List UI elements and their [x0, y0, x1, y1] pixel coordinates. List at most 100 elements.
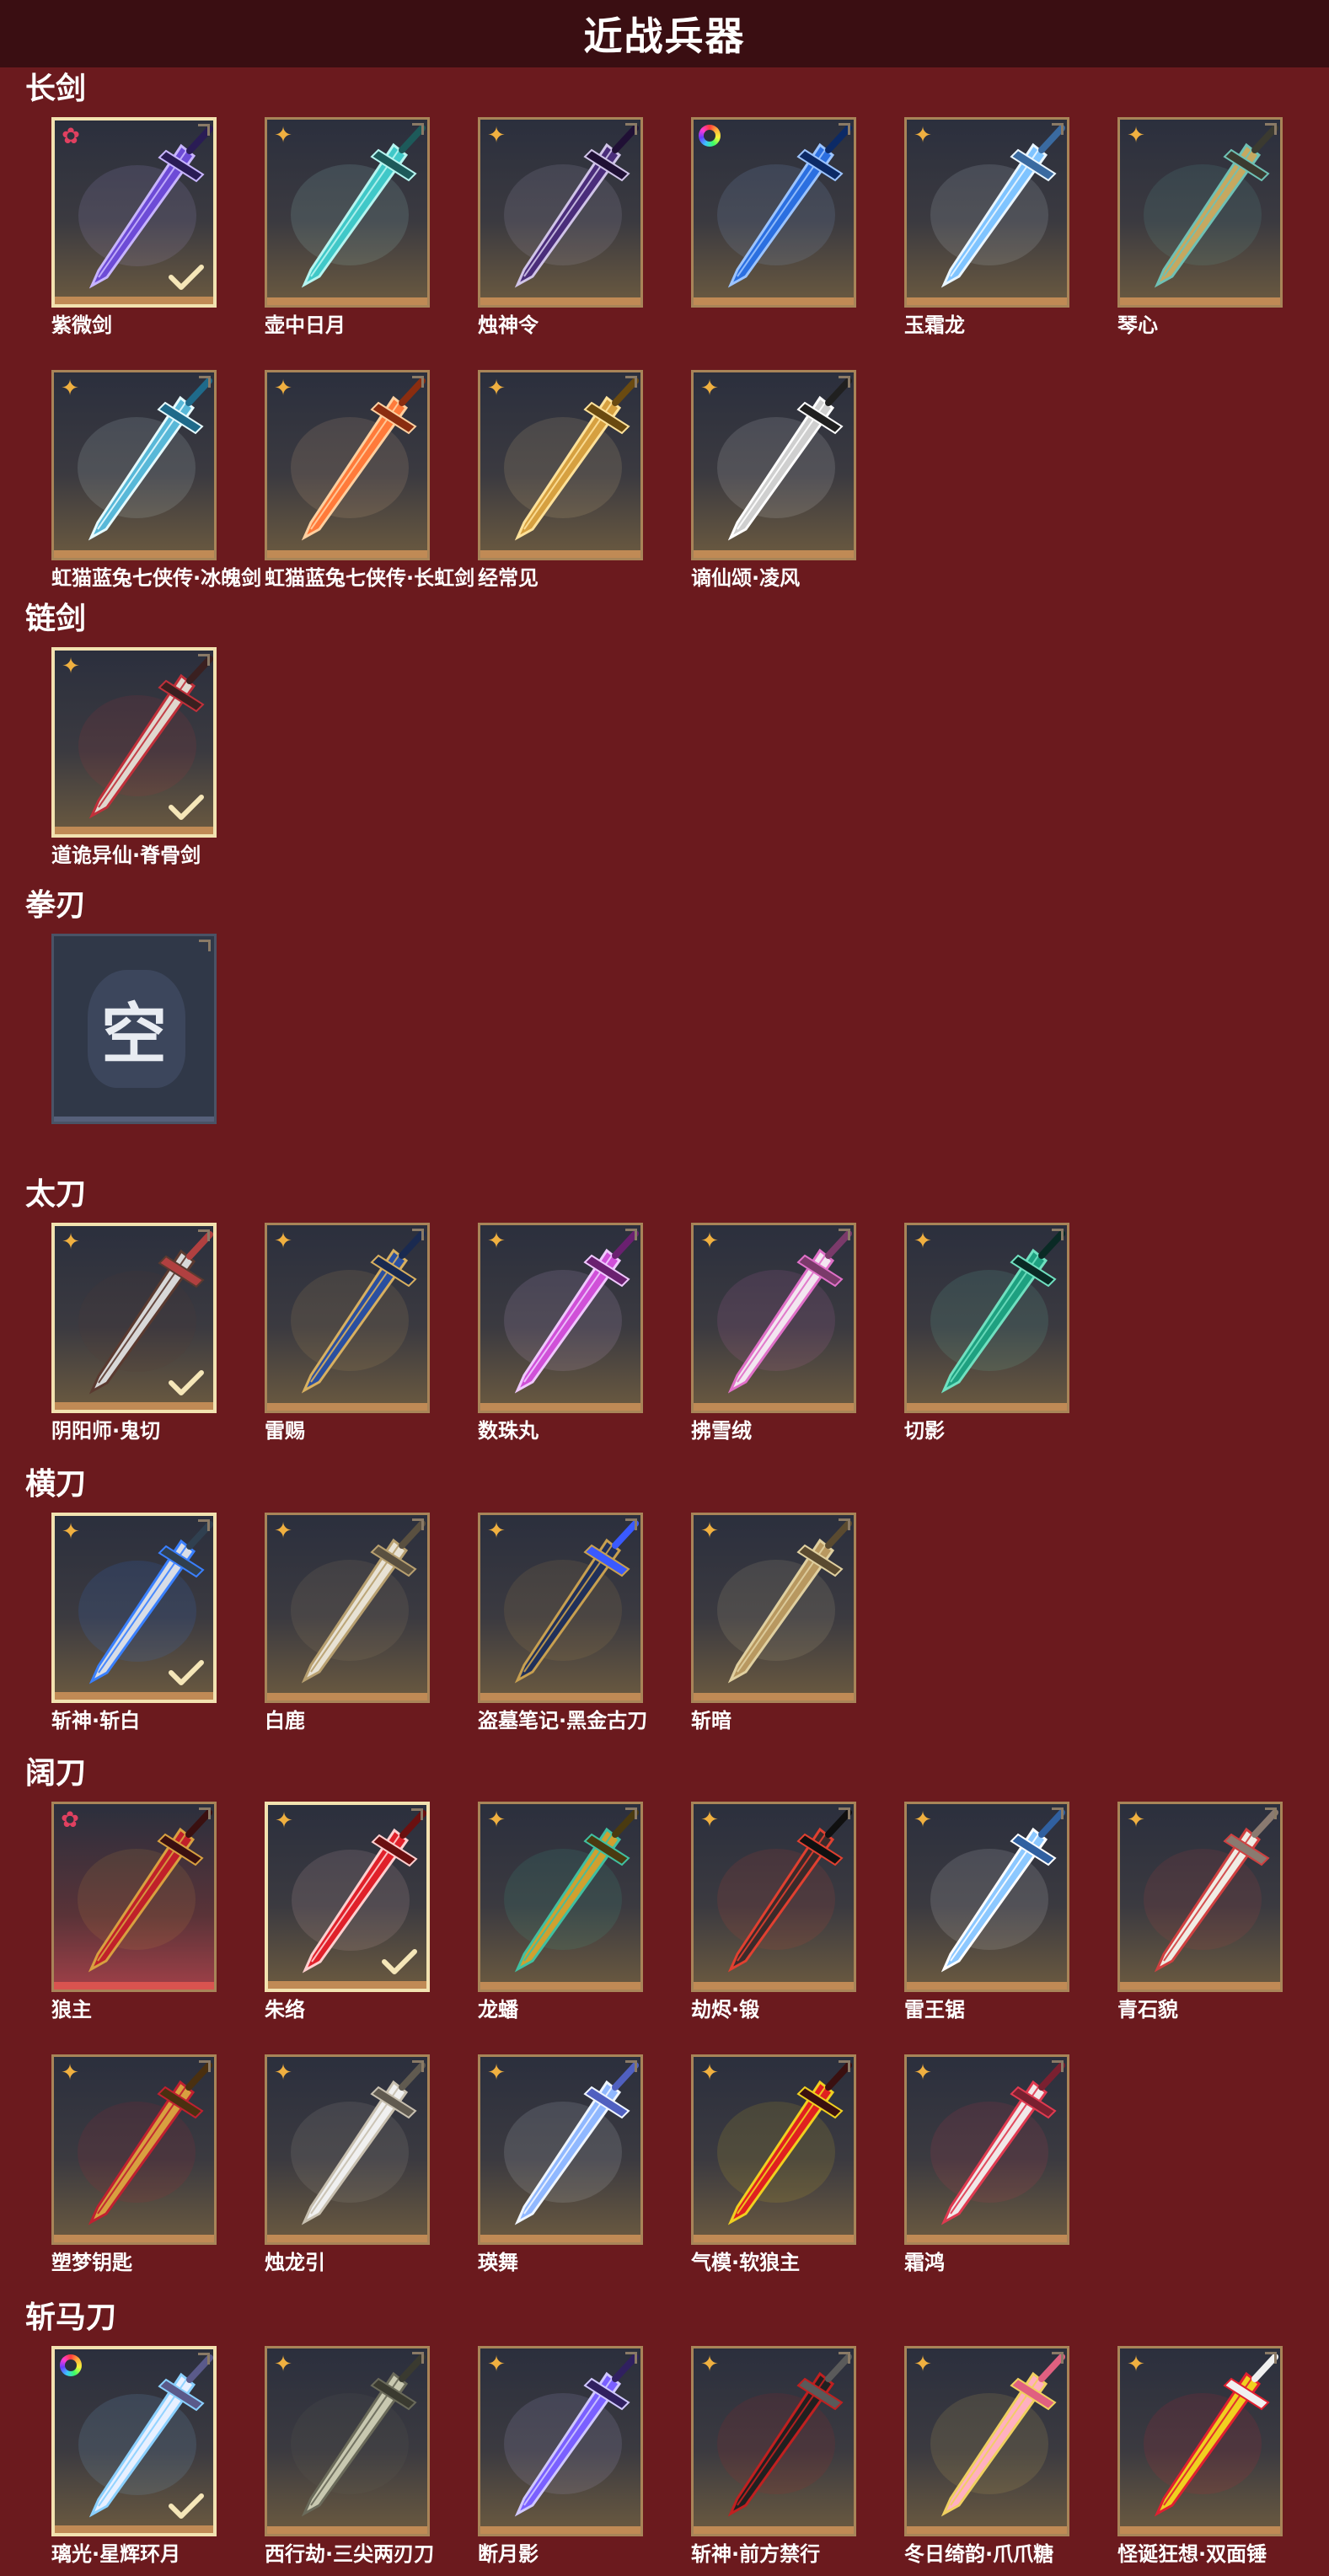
- weapon-card[interactable]: [691, 117, 856, 308]
- corner-bracket-icon: [1052, 1229, 1064, 1240]
- weapon-card[interactable]: ✦: [478, 1223, 643, 1413]
- quality-bar: [54, 1982, 214, 1990]
- weapon-card[interactable]: ✦: [904, 117, 1069, 308]
- weapon-card[interactable]: ✦: [478, 2346, 643, 2536]
- weapon-name: 烛龙引: [265, 2251, 325, 2274]
- weapon-card[interactable]: ✦: [1117, 1802, 1283, 1992]
- corner-bracket-icon: [625, 376, 637, 388]
- weapon-card[interactable]: ✦: [478, 1802, 643, 1992]
- weapon-card[interactable]: ✦: [51, 2054, 217, 2245]
- corner-bracket-icon: [1265, 123, 1277, 135]
- weapon-name: 壶中日月: [265, 313, 346, 337]
- weapon-name: 道诡异仙·脊骨剑: [51, 843, 201, 867]
- weapon-name: 斩神·斩白: [51, 1709, 141, 1733]
- gold-star-rarity-icon: ✦: [1127, 2352, 1145, 2377]
- quality-bar: [54, 550, 214, 558]
- gold-star-rarity-icon: ✦: [487, 376, 506, 401]
- corner-bracket-icon: [839, 2352, 850, 2364]
- weapon-card[interactable]: ✦: [691, 1513, 856, 1703]
- empty-weapon-slot[interactable]: 空: [51, 934, 217, 1124]
- weapon-card[interactable]: ✦: [478, 370, 643, 560]
- gold-star-rarity-icon: ✦: [487, 2352, 506, 2377]
- gold-star-rarity-icon: ✦: [700, 2352, 719, 2377]
- weapon-card[interactable]: ✦: [904, 1223, 1069, 1413]
- weapon-card[interactable]: ✦: [265, 2054, 430, 2245]
- weapon-card[interactable]: ✦: [265, 1223, 430, 1413]
- page-title: 近战兵器: [583, 13, 746, 59]
- gold-star-rarity-icon: ✦: [700, 376, 719, 401]
- corner-bracket-icon: [412, 2352, 424, 2364]
- weapon-name: 数珠丸: [478, 1419, 539, 1443]
- equipped-check-icon: [169, 795, 204, 820]
- weapon-card[interactable]: ✦: [904, 2054, 1069, 2245]
- weapon-name: 璃光·星辉环月: [51, 2542, 181, 2566]
- weapon-card[interactable]: ✦: [265, 1802, 430, 1992]
- corner-bracket-icon: [839, 1229, 850, 1240]
- gold-star-rarity-icon: ✦: [487, 1518, 506, 1544]
- weapon-name: 切影: [904, 1419, 945, 1443]
- weapon-card[interactable]: ✦: [51, 1513, 217, 1703]
- quality-bar: [1120, 297, 1280, 305]
- weapon-card[interactable]: ✦: [1117, 2346, 1283, 2536]
- quality-bar: [480, 550, 640, 558]
- gold-star-rarity-icon: ✦: [274, 123, 292, 148]
- weapon-name: 瑛舞: [478, 2251, 518, 2274]
- weapon-card[interactable]: ✦: [51, 370, 217, 560]
- quality-bar: [480, 1693, 640, 1700]
- gold-star-rarity-icon: ✦: [700, 2060, 719, 2086]
- weapon-card[interactable]: ✦: [904, 1802, 1069, 1992]
- weapon-card[interactable]: ✿: [51, 117, 217, 308]
- weapon-name: 琴心: [1117, 313, 1158, 337]
- quality-bar: [480, 2526, 640, 2534]
- weapon-card[interactable]: ✦: [478, 2054, 643, 2245]
- weapon-name: 冬日绮韵·爪爪糖: [904, 2542, 1054, 2566]
- quality-bar: [907, 1982, 1067, 1990]
- weapon-card[interactable]: ✦: [691, 1802, 856, 1992]
- weapon-card[interactable]: ✦: [265, 2346, 430, 2536]
- rainbow-rarity-icon: [699, 125, 721, 147]
- weapon-card[interactable]: ✦: [478, 117, 643, 308]
- corner-bracket-icon: [1052, 1807, 1064, 1819]
- weapon-card[interactable]: ✦: [691, 2054, 856, 2245]
- weapon-card[interactable]: ✿: [51, 1802, 217, 1992]
- quality-bar: [267, 297, 427, 305]
- corner-bracket-icon: [839, 123, 850, 135]
- gold-star-rarity-icon: ✦: [700, 1518, 719, 1544]
- quality-bar: [694, 2235, 854, 2242]
- gold-star-rarity-icon: ✦: [487, 123, 506, 148]
- rainbow-rarity-icon: [60, 2354, 82, 2376]
- corner-bracket-icon: [412, 123, 424, 135]
- weapon-card[interactable]: ✦: [265, 117, 430, 308]
- corner-bracket-icon: [199, 2060, 211, 2072]
- corner-bracket-icon: [625, 2060, 637, 2072]
- corner-bracket-icon: [625, 1518, 637, 1530]
- weapon-card[interactable]: ✦: [478, 1513, 643, 1703]
- weapon-card[interactable]: ✦: [691, 370, 856, 560]
- red-flower-rarity-icon: ✿: [61, 1807, 79, 1833]
- weapon-card[interactable]: ✦: [691, 1223, 856, 1413]
- weapon-name: 霜鸿: [904, 2251, 945, 2274]
- corner-bracket-icon: [839, 1518, 850, 1530]
- corner-bracket-icon: [1265, 2352, 1277, 2364]
- weapon-name: 塑梦钥匙: [51, 2251, 132, 2274]
- equipped-check-icon: [169, 1370, 204, 1395]
- weapon-card[interactable]: ✦: [904, 2346, 1069, 2536]
- gold-star-rarity-icon: ✦: [914, 123, 932, 148]
- gold-star-rarity-icon: ✦: [274, 376, 292, 401]
- weapon-card[interactable]: ✦: [51, 647, 217, 838]
- red-flower-rarity-icon: ✿: [62, 124, 80, 149]
- empty-slot-text: 空: [100, 997, 167, 1073]
- section-label: 横刀: [25, 1467, 87, 1502]
- corner-bracket-icon: [198, 1519, 210, 1531]
- weapon-card[interactable]: ✦: [265, 370, 430, 560]
- weapon-card[interactable]: [51, 2346, 217, 2536]
- section-label: 阔刀: [25, 1756, 87, 1791]
- quality-bar: [267, 2526, 427, 2534]
- weapon-card[interactable]: ✦: [265, 1513, 430, 1703]
- weapon-card[interactable]: ✦: [1117, 117, 1283, 308]
- weapon-name: 斩暗: [691, 1709, 731, 1733]
- quality-bar: [55, 1692, 213, 1700]
- weapon-card[interactable]: ✦: [691, 2346, 856, 2536]
- weapon-card[interactable]: ✦: [51, 1223, 217, 1413]
- equipped-check-icon: [169, 2493, 204, 2519]
